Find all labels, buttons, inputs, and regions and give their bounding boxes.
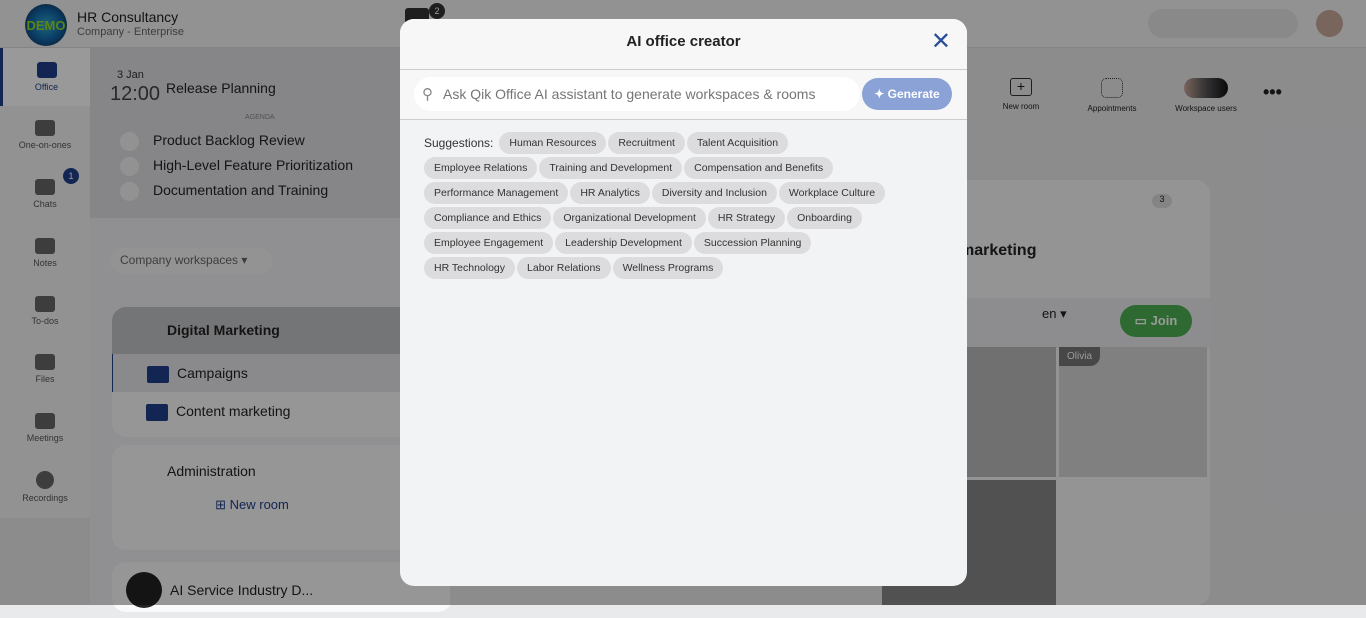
suggestion-chip[interactable]: Compensation and Benefits bbox=[684, 157, 834, 179]
search-row: ⚲ ✦ Generate bbox=[400, 70, 967, 120]
suggestion-chip[interactable]: Talent Acquisition bbox=[686, 132, 789, 154]
suggestion-chip[interactable]: HR Analytics bbox=[570, 182, 650, 204]
suggestion-chip[interactable]: Diversity and Inclusion bbox=[651, 182, 777, 204]
dialog-title: AI office creator bbox=[400, 19, 967, 70]
suggestion-chip[interactable]: HR Strategy bbox=[707, 207, 786, 229]
suggestion-chip[interactable]: Training and Development bbox=[539, 157, 683, 179]
suggestion-chip[interactable]: Onboarding bbox=[787, 207, 862, 229]
search-icon: ⚲ bbox=[422, 86, 433, 103]
suggestion-chip[interactable]: Employee Engagement bbox=[424, 232, 554, 254]
suggestion-chip[interactable]: Employee Relations bbox=[424, 157, 538, 179]
suggestions: Suggestions: Human Resources Recruitment T… bbox=[400, 120, 920, 291]
suggestion-chip[interactable]: Labor Relations bbox=[517, 257, 611, 279]
ai-prompt-input[interactable] bbox=[414, 77, 860, 111]
suggestion-chip[interactable]: Human Resources bbox=[499, 132, 607, 154]
suggestion-chip[interactable]: Leadership Development bbox=[555, 232, 692, 254]
close-icon[interactable]: ✕ bbox=[931, 30, 951, 54]
generate-button[interactable]: ✦ Generate bbox=[862, 78, 952, 110]
suggestions-label: Suggestions: bbox=[424, 136, 494, 150]
suggestion-chip[interactable]: HR Technology bbox=[424, 257, 516, 279]
suggestion-chip[interactable]: Organizational Development bbox=[553, 207, 706, 229]
suggestion-chip[interactable]: Workplace Culture bbox=[778, 182, 886, 204]
suggestion-chip[interactable]: Succession Planning bbox=[693, 232, 812, 254]
suggestion-chip[interactable]: Wellness Programs bbox=[612, 257, 724, 279]
suggestion-chip[interactable]: Compliance and Ethics bbox=[424, 207, 552, 229]
suggestion-chip[interactable]: Performance Management bbox=[424, 182, 569, 204]
ai-office-creator-dialog: AI office creator ✕ ⚲ ✦ Generate Suggest… bbox=[400, 19, 967, 586]
generate-label: Generate bbox=[887, 87, 940, 101]
suggestion-chip[interactable]: Recruitment bbox=[608, 132, 685, 154]
